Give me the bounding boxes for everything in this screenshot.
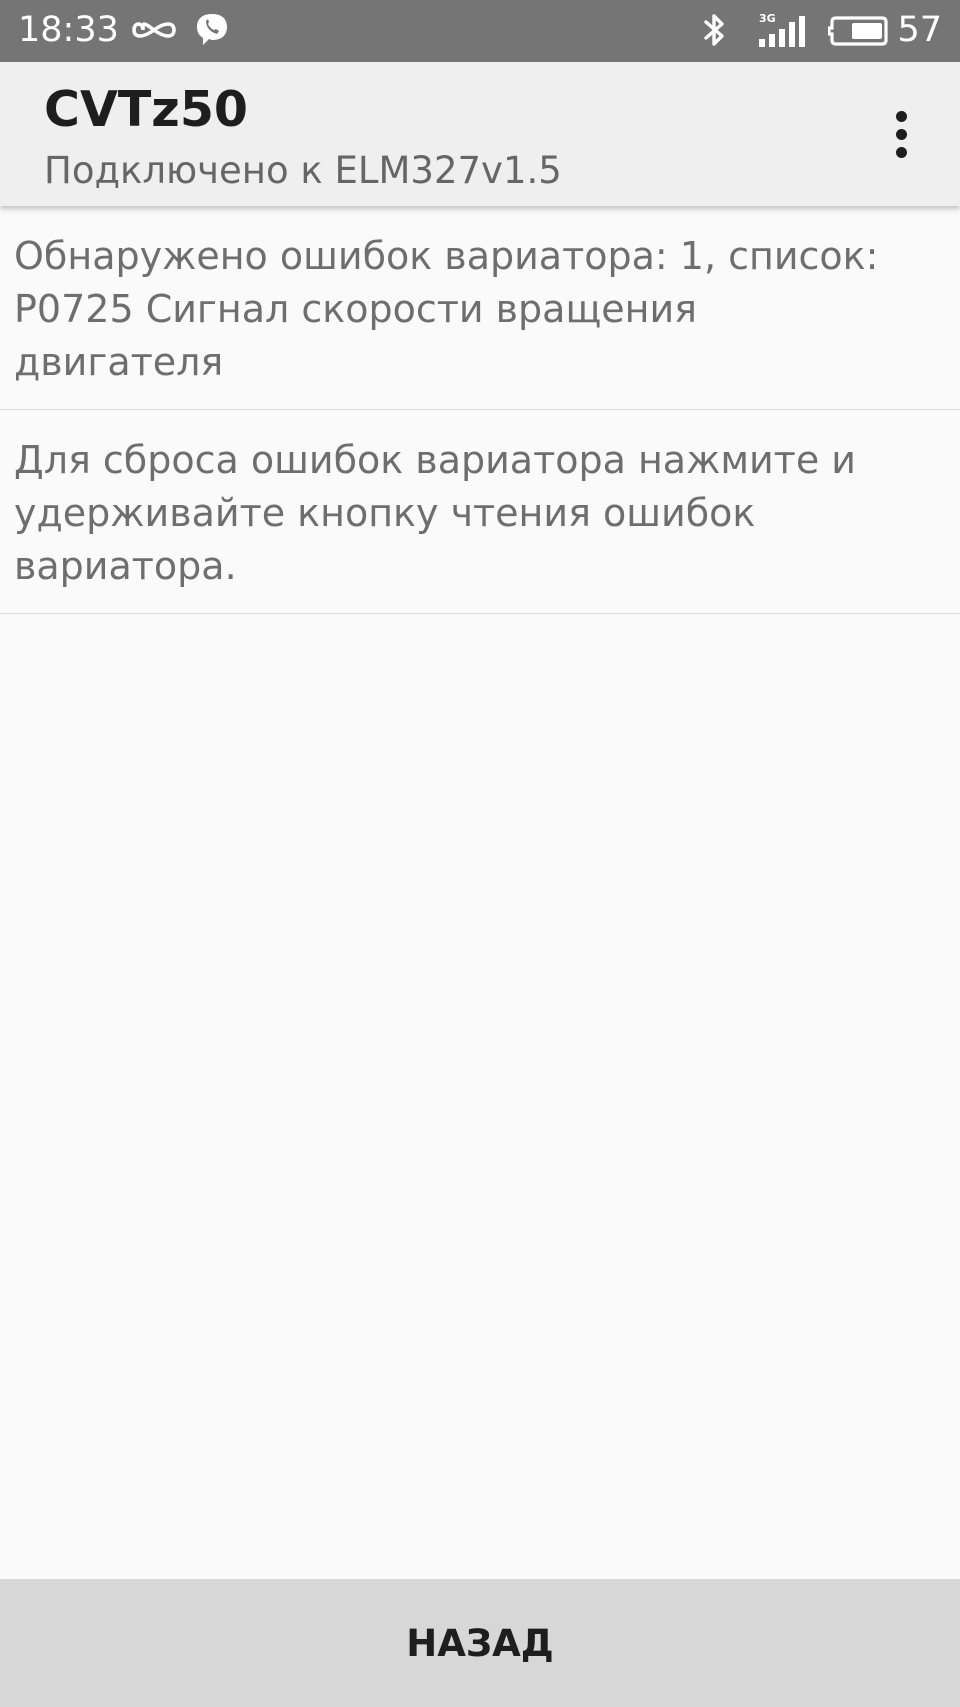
- message-line: удерживайте кнопку чтения ошибок: [14, 491, 756, 535]
- message-line: двигателя: [14, 340, 224, 384]
- message-line: вариатора.: [14, 544, 237, 588]
- network-type-label: 3G: [759, 12, 776, 25]
- overflow-dot: [895, 146, 907, 158]
- connection-status: Подключено к ELM327v1.5: [44, 149, 562, 192]
- app-bar: CVTz50 Подключено к ELM327v1.5: [0, 62, 960, 206]
- viber-icon: [197, 14, 227, 45]
- overflow-dot: [895, 110, 907, 122]
- message-list: Обнаружено ошибок вариатора: 1, список: …: [0, 206, 960, 614]
- error-count-message: Обнаружено ошибок вариатора: 1, список: …: [0, 206, 960, 410]
- battery-icon: [828, 16, 888, 46]
- overflow-dot: [895, 128, 907, 140]
- reset-instruction-message: Для сброса ошибок вариатора нажмите и уд…: [0, 410, 960, 614]
- app-title: CVTz50: [44, 81, 249, 138]
- infinity-icon: [132, 22, 176, 38]
- back-button[interactable]: НАЗАД: [0, 1579, 960, 1707]
- signal-3g-icon: 3G: [759, 12, 805, 47]
- message-line: Обнаружено ошибок вариатора: 1, список:: [14, 234, 879, 278]
- more-vert-icon[interactable]: [878, 102, 924, 166]
- battery-percent: 57: [897, 10, 942, 50]
- message-line: Для сброса ошибок вариатора нажмите и: [14, 438, 856, 482]
- status-time: 18:33: [18, 10, 119, 50]
- status-bar: 18:33 3G 57: [0, 0, 960, 62]
- message-line: P0725 Сигнал скорости вращения: [14, 287, 698, 331]
- bluetooth-icon: [704, 14, 724, 46]
